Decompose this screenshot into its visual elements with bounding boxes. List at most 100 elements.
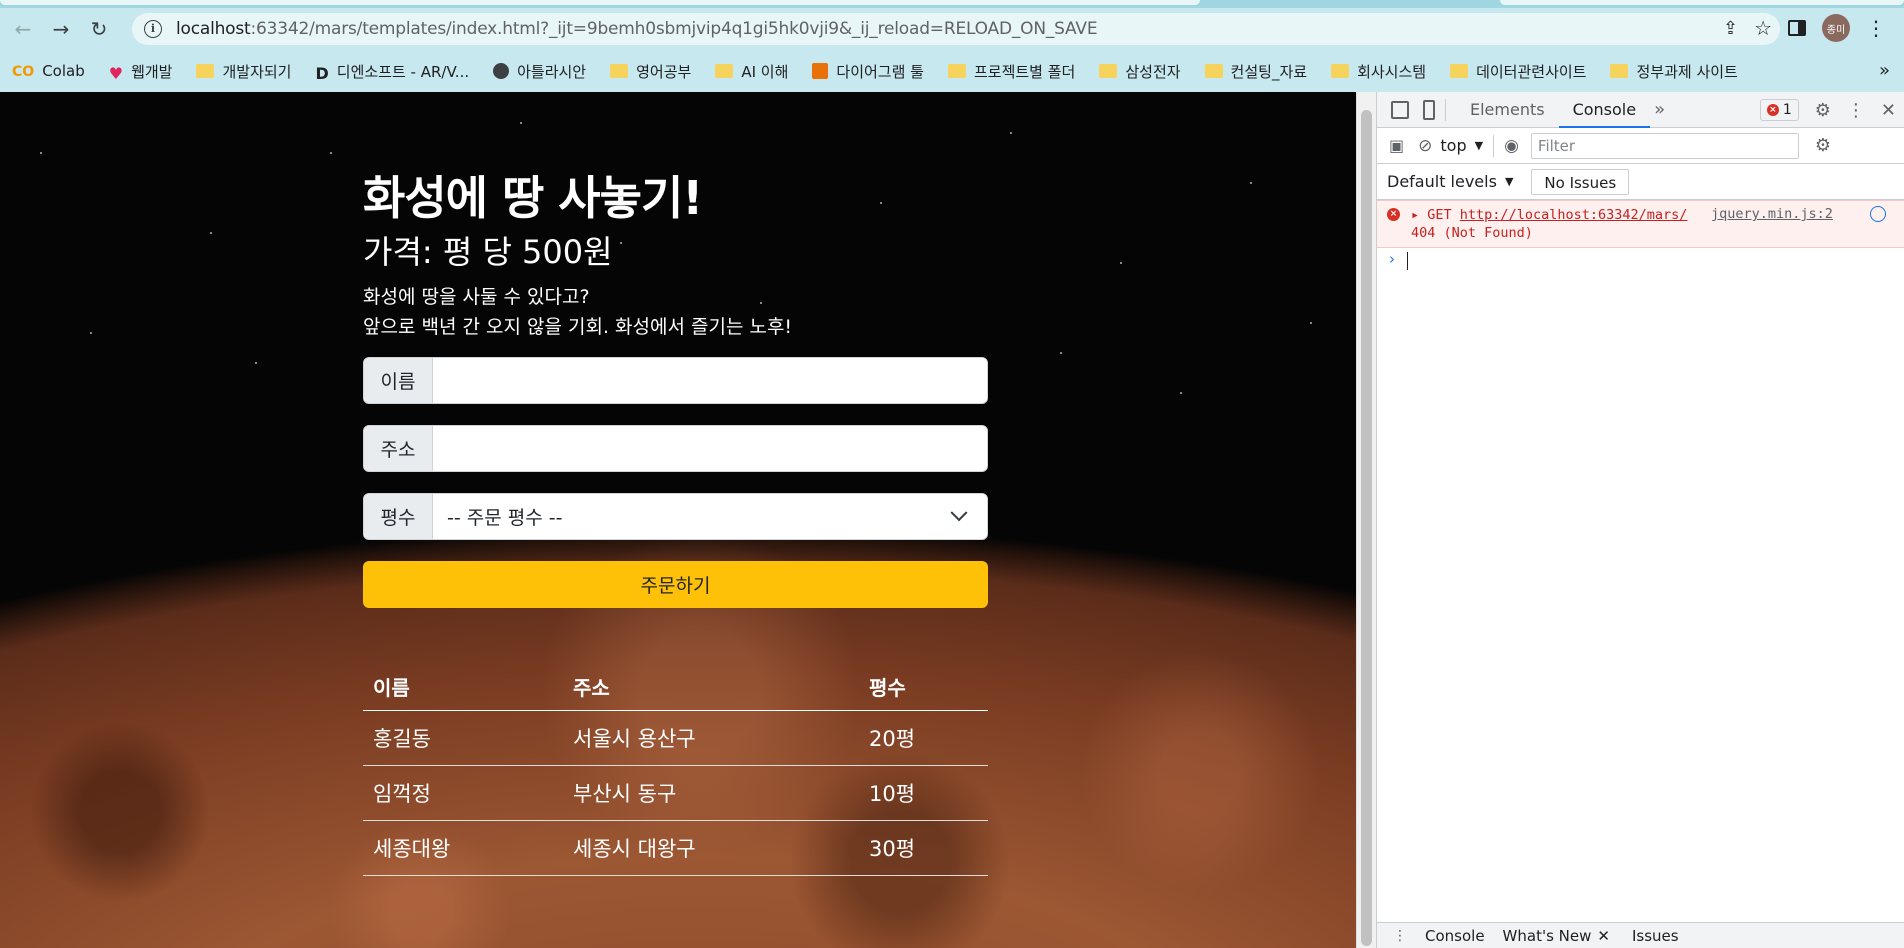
devtools-panel: Elements Console » × 1 ⚙ ⋮ ✕ ▣ ⊘ top ▼ ◉ F… [1376,92,1904,948]
bookmark-dnsoft[interactable]: D 디엔소프트 - AR/V... [316,61,470,84]
address-input[interactable] [433,426,987,471]
more-tabs-icon[interactable]: » [1654,99,1665,120]
bookmark-folder[interactable]: 정부과제 사이트 [1610,61,1738,82]
tab-strip [0,0,1904,8]
more-bookmarks-icon[interactable]: » [1879,60,1890,81]
drawer-menu-icon[interactable]: ⋮ [1393,928,1407,944]
console-settings-gear-icon[interactable]: ⚙ [1815,135,1831,156]
column-header: 평수 [859,664,988,711]
reload-icon[interactable]: ↻ [84,14,114,44]
bookmark-folder[interactable]: AI 이해 [715,61,788,82]
drawer-tab-issues[interactable]: Issues [1632,927,1679,945]
inactive-tab[interactable] [1500,0,1904,5]
bookmark-diagram[interactable]: 다이어그램 툴 [812,61,924,82]
error-source-link[interactable]: jquery.min.js:2 [1711,206,1833,222]
folder-icon [1331,64,1350,78]
mars-order-container: 화성에 땅 사놓기! 가격: 평 당 500원 화성에 땅을 사둘 수 있다고?… [363,168,988,876]
device-toolbar-icon[interactable] [1423,99,1435,120]
devtools-right-controls: × 1 ⚙ ⋮ ✕ [1759,99,1896,121]
profile-avatar[interactable]: 종미 [1822,14,1850,42]
drawer-tab-whats-new[interactable]: What's New [1503,927,1592,945]
bookmark-folder[interactable]: 영어공부 [610,61,691,82]
context-selector[interactable]: top ▼ [1440,136,1483,155]
context-value: top [1440,136,1467,155]
console-error-message[interactable]: × ▸ GET http://localhost:63342/mars/ 404… [1377,200,1904,248]
address-label: 주소 [364,426,433,471]
browser-menu-icon[interactable]: ⋮ [1866,18,1886,38]
size-select-value: -- 주문 평수 -- [447,507,563,529]
devtools-drawer: ⋮ Console What's New ✕ Issues [1377,922,1904,948]
side-panel-icon[interactable] [1788,20,1806,36]
console-filter-input[interactable]: Filter [1530,132,1799,159]
url-host: localhost [176,19,251,39]
error-icon: × [1766,104,1779,116]
bookmark-folder[interactable]: 컨설팅_자료 [1204,61,1307,82]
log-levels-dropdown[interactable]: Default levels ▼ [1387,172,1513,191]
globe-icon [493,63,510,79]
address-field-group: 주소 [363,425,988,472]
bookmark-label: 아틀라시안 [517,62,587,81]
drawer-tab-console[interactable]: Console [1425,927,1485,945]
bookmark-star-icon[interactable]: ☆ [1754,16,1772,40]
name-input[interactable] [433,358,987,403]
bookmark-folder[interactable]: 데이터관련사이트 [1450,61,1586,82]
error-url-link[interactable]: http://localhost:63342/mars/ [1460,207,1688,223]
inspect-element-icon[interactable] [1391,100,1409,119]
sidebar-toggle-icon[interactable]: ▣ [1389,136,1404,155]
bookmark-folder[interactable]: 프로젝트별 폴더 [947,61,1076,82]
bookmark-folder[interactable]: 삼성전자 [1099,61,1181,82]
toolbar-right-icons: ⇪ ☆ 종미 ⋮ [1723,14,1886,42]
settings-gear-icon[interactable]: ⚙ [1815,100,1831,121]
url-text[interactable]: localhost:63342/mars/templates/index.htm… [176,19,1098,39]
active-tab[interactable] [0,0,1200,5]
bookmark-atlassian[interactable]: 아틀라시안 [493,61,586,82]
bookmark-label: 프로젝트별 폴더 [973,62,1076,81]
console-prompt[interactable]: › [1377,248,1904,274]
heart-icon: ♥ [108,64,124,83]
table-cell: 부산시 동구 [563,765,859,821]
close-icon[interactable]: ✕ [1881,100,1896,121]
issues-button[interactable]: No Issues [1531,168,1630,195]
back-arrow-icon[interactable]: ← [8,14,38,44]
caret-down-icon: ▼ [1504,175,1514,188]
tab-console[interactable]: Console [1558,92,1651,128]
divider [1445,98,1446,121]
table-cell: 30평 [859,820,988,876]
bookmark-colab[interactable]: CO Colab [12,62,85,80]
error-icon: × [1387,208,1400,221]
table-cell: 세종대왕 [363,820,563,876]
size-label: 평수 [364,494,433,539]
eye-icon[interactable]: ◉ [1504,136,1519,156]
clear-console-icon[interactable]: ⊘ [1418,136,1432,156]
prompt-chevron-icon: › [1389,250,1395,268]
chevron-down-icon [950,503,968,521]
order-button[interactable]: 주문하기 [363,561,988,608]
bookmark-webdev[interactable]: ♥ 웹개발 [108,61,173,84]
size-select[interactable]: -- 주문 평수 -- [433,494,987,539]
table-row: 임꺽정 부산시 동구 10평 [363,765,988,821]
table-header-row: 이름 주소 평수 [363,664,988,711]
bookmarks-bar: CO Colab ♥ 웹개발 개발자되기 D 디엔소프트 - AR/V... 아틀라시… [0,50,1904,92]
tab-elements[interactable]: Elements [1456,92,1559,128]
bookmark-folder[interactable]: 회사시스템 [1331,61,1426,82]
page-scrollbar[interactable] [1356,92,1376,948]
bookmark-label: 정부과제 사이트 [1636,62,1738,81]
folder-icon [1204,64,1223,78]
share-icon[interactable]: ⇪ [1723,18,1738,39]
devtools-menu-icon[interactable]: ⋮ [1847,100,1865,121]
close-icon[interactable]: ✕ [1597,927,1610,945]
bookmark-folder[interactable]: 개발자되기 [196,61,292,82]
forward-arrow-icon[interactable]: → [46,14,76,44]
orders-table: 이름 주소 평수 홍길동 서울시 용산구 20평 임꺽정 부산시 동구 10평 … [363,664,988,876]
bookmark-label: 다이어그램 툴 [836,62,924,81]
name-label: 이름 [364,358,433,403]
address-bar[interactable]: i localhost:63342/mars/templates/index.h… [132,13,1780,45]
page-viewport: 화성에 땅 사놓기! 가격: 평 당 500원 화성에 땅을 사둘 수 있다고?… [0,92,1356,948]
folder-icon [196,64,215,78]
name-field-group: 이름 [363,357,988,404]
bookmark-label: 삼성전자 [1125,62,1181,81]
scrollbar-thumb[interactable] [1361,110,1372,946]
site-info-icon[interactable]: i [144,20,162,38]
error-count-badge[interactable]: × 1 [1759,99,1799,121]
network-reveal-icon[interactable] [1870,206,1886,222]
